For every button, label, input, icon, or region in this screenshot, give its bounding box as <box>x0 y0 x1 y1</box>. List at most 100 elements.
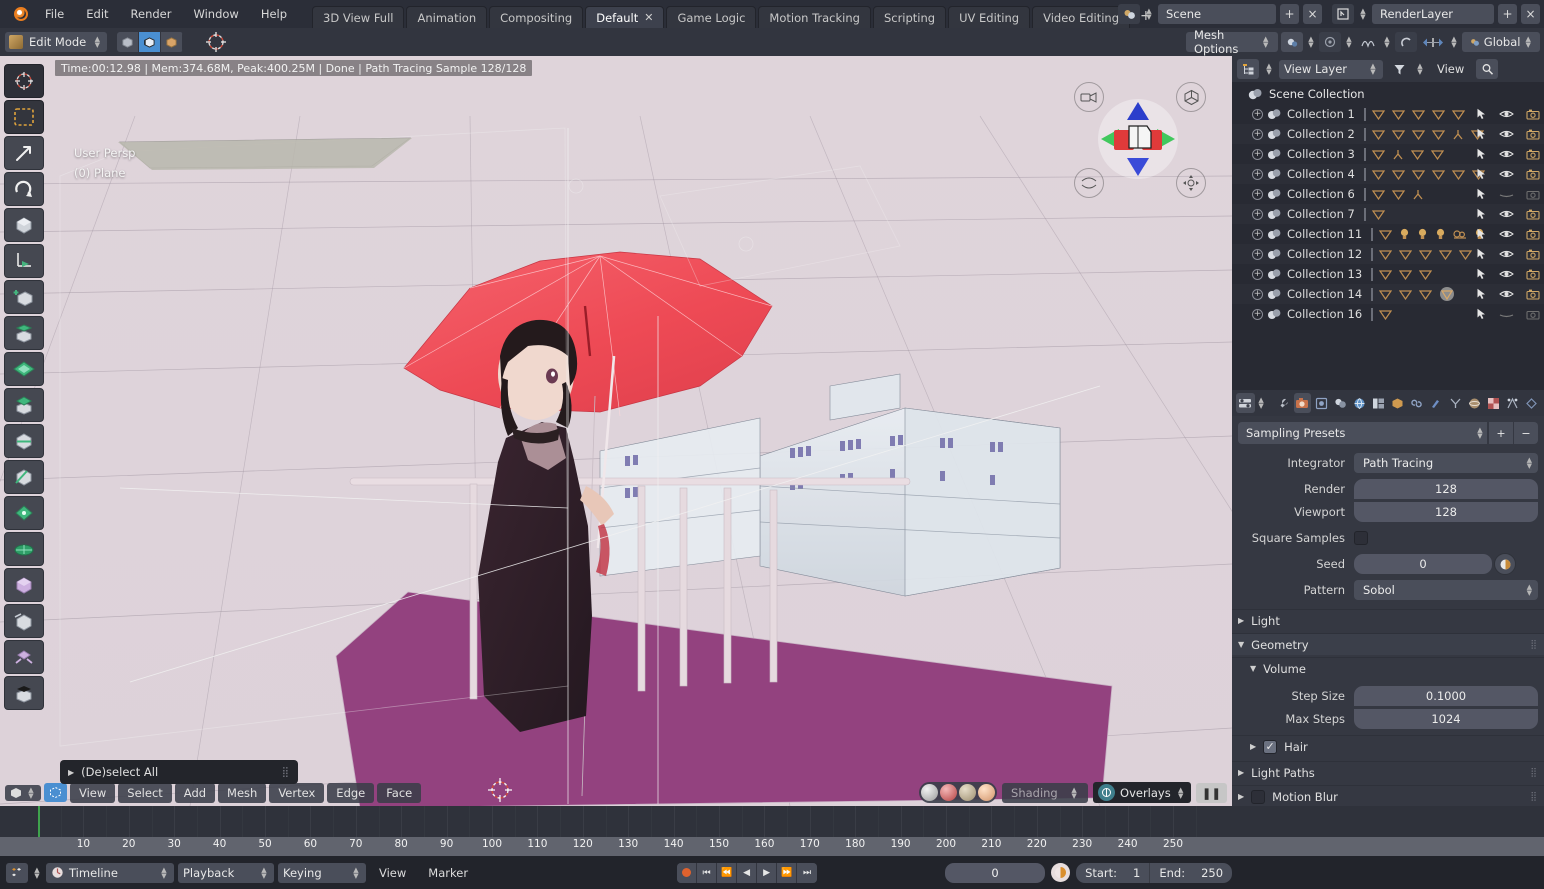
eye-visibility-icon[interactable] <box>1499 169 1514 179</box>
navigation-gizmo[interactable] <box>1058 74 1218 204</box>
playhead[interactable] <box>38 806 40 837</box>
mesh-icon[interactable] <box>1399 289 1412 300</box>
outliner-row[interactable]: +Collection 16 <box>1232 304 1544 324</box>
scene-icon[interactable] <box>1351 393 1368 413</box>
render-samples-field[interactable]: 128 <box>1354 479 1538 499</box>
edge-select-icon[interactable] <box>139 32 161 52</box>
shading-dropdown[interactable]: Shading ▲▼ <box>1002 783 1088 803</box>
next-keyframe-icon[interactable]: ⏩ <box>777 863 797 883</box>
menu-help[interactable]: Help <box>250 4 298 24</box>
mode-selector[interactable]: Edit Mode ▲▼ <box>5 32 107 52</box>
pivot-point-icon[interactable] <box>1281 32 1303 52</box>
mesh-icon[interactable] <box>1411 149 1424 160</box>
mesh-icon[interactable] <box>1432 129 1445 140</box>
step-size-field[interactable]: 0.1000 <box>1354 686 1538 706</box>
panel-grip[interactable]: ⣿ <box>1530 768 1538 778</box>
mesh-icon[interactable] <box>1412 109 1425 120</box>
falloff-curve-icon[interactable] <box>1357 32 1379 52</box>
expand-collection-icon[interactable]: + <box>1252 309 1263 320</box>
vertex-select-icon[interactable] <box>117 32 139 52</box>
animate-property-icon[interactable] <box>1494 553 1516 575</box>
viewport-menu-vertex[interactable]: Vertex <box>269 783 324 803</box>
eye-visibility-icon[interactable] <box>1499 269 1514 279</box>
add-cube-tool-icon[interactable] <box>4 280 44 314</box>
mesh-icon[interactable] <box>1419 269 1432 280</box>
expand-collection-icon[interactable]: + <box>1252 289 1263 300</box>
outliner-row[interactable]: +Collection 3 <box>1232 144 1544 164</box>
current-frame-field[interactable]: 0 <box>945 863 1045 883</box>
outliner-display-icon[interactable] <box>1237 59 1259 79</box>
viewport-menu-view[interactable]: View <box>70 783 115 803</box>
viewlayer-spinner[interactable]: ▲▼ <box>1358 8 1368 20</box>
auto-keying-icon[interactable] <box>1051 863 1070 882</box>
mesh-icon[interactable] <box>1392 189 1405 200</box>
expand-collection-icon[interactable]: + <box>1252 189 1263 200</box>
new-viewlayer-button[interactable]: + <box>1498 4 1517 24</box>
camera-render-icon[interactable] <box>1526 229 1540 240</box>
expand-collection-icon[interactable]: + <box>1252 129 1263 140</box>
mesh-icon[interactable] <box>1439 249 1452 260</box>
camera-render-icon[interactable] <box>1526 149 1540 160</box>
physics-icon[interactable] <box>1466 393 1483 413</box>
mesh-icon[interactable] <box>1432 109 1445 120</box>
viewport-menu-add[interactable]: Add <box>175 783 215 803</box>
overlays-icon[interactable] <box>1098 784 1115 801</box>
view-layer-icon[interactable] <box>1332 393 1349 413</box>
mesh-icon[interactable] <box>1431 149 1444 160</box>
viewport-menu-select[interactable]: Select <box>118 783 171 803</box>
rip-region-tool-icon[interactable] <box>4 676 44 710</box>
3d-viewport[interactable]: Time:00:12.98 | Mem:374.68M, Peak:400.25… <box>0 56 1232 806</box>
mesh-icon[interactable] <box>1399 249 1412 260</box>
delete-scene-button[interactable]: × <box>1303 4 1322 24</box>
proportional-spinner[interactable]: ▲▼ <box>1344 36 1354 48</box>
tweak-tool-icon[interactable] <box>4 136 44 170</box>
panel-geometry[interactable]: ▼ Geometry ⣿ <box>1232 633 1544 655</box>
poly-build-tool-icon[interactable] <box>4 496 44 530</box>
light-icon[interactable] <box>1417 228 1428 240</box>
3d-cursor-icon[interactable] <box>205 31 227 53</box>
properties-editor-type-icon[interactable] <box>1236 393 1255 413</box>
workspace-tab-scripting[interactable]: Scripting <box>873 6 946 28</box>
mesh-options-dropdown[interactable]: Mesh Options ▲▼ <box>1186 32 1278 52</box>
mesh-icon[interactable] <box>1372 189 1385 200</box>
expand-collection-icon[interactable]: + <box>1252 229 1263 240</box>
falloff-spinner[interactable]: ▲▼ <box>1382 36 1392 48</box>
object-icon[interactable] <box>1408 393 1425 413</box>
mesh-icon[interactable] <box>1419 289 1432 300</box>
panel-motion-blur[interactable]: ▶ Motion Blur ⣿ <box>1232 785 1544 807</box>
outliner-row[interactable]: +Collection 11 <box>1232 224 1544 244</box>
blender-logo-icon[interactable] <box>8 4 34 24</box>
timeline-editor-icon[interactable] <box>6 863 28 883</box>
add-preset-button[interactable]: + <box>1489 422 1513 444</box>
mesh-icon[interactable] <box>1452 169 1465 180</box>
selectable-arrow-icon[interactable] <box>1476 308 1487 320</box>
menu-edit[interactable]: Edit <box>75 4 119 24</box>
outliner-view-menu[interactable]: View <box>1430 62 1471 76</box>
expand-collection-icon[interactable]: + <box>1252 209 1263 220</box>
outliner-row[interactable]: +Collection 13 <box>1232 264 1544 284</box>
filter-spinner[interactable]: ▲▼ <box>1415 63 1425 75</box>
close-workspace-icon[interactable]: ✕ <box>644 7 653 29</box>
remove-preset-button[interactable]: − <box>1514 422 1538 444</box>
integrator-dropdown[interactable]: Path Tracing ▲▼ <box>1354 453 1538 473</box>
presets-spinner[interactable]: ▲▼ <box>1473 422 1487 444</box>
armature-icon[interactable] <box>1452 129 1464 140</box>
play-icon[interactable]: ▶ <box>757 863 777 883</box>
selectable-arrow-icon[interactable] <box>1476 288 1487 300</box>
selectable-arrow-icon[interactable] <box>1476 128 1487 140</box>
panel-volume[interactable]: ▼ Volume <box>1232 657 1544 679</box>
new-scene-button[interactable]: + <box>1280 4 1299 24</box>
timeline-editor-dropdown[interactable]: Timeline ▲▼ <box>46 863 174 883</box>
mesh-icon[interactable] <box>1372 129 1385 140</box>
3d-cursor-tool-icon[interactable] <box>4 64 44 98</box>
outliner-row[interactable]: +Collection 6 <box>1232 184 1544 204</box>
axis-gizmo[interactable] <box>1095 96 1181 182</box>
playback-menu[interactable]: Playback ▲▼ <box>178 863 274 883</box>
mesh-icon[interactable] <box>1392 109 1405 120</box>
shrink-fatten-tool-icon[interactable] <box>4 604 44 638</box>
face-select-icon[interactable] <box>161 32 183 52</box>
start-frame-field[interactable]: Start: 1 <box>1076 863 1149 883</box>
mesh-icon[interactable] <box>1372 149 1385 160</box>
pivot-spinner[interactable]: ▲▼ <box>1306 36 1316 48</box>
outliner-row[interactable]: +Collection 2 <box>1232 124 1544 144</box>
